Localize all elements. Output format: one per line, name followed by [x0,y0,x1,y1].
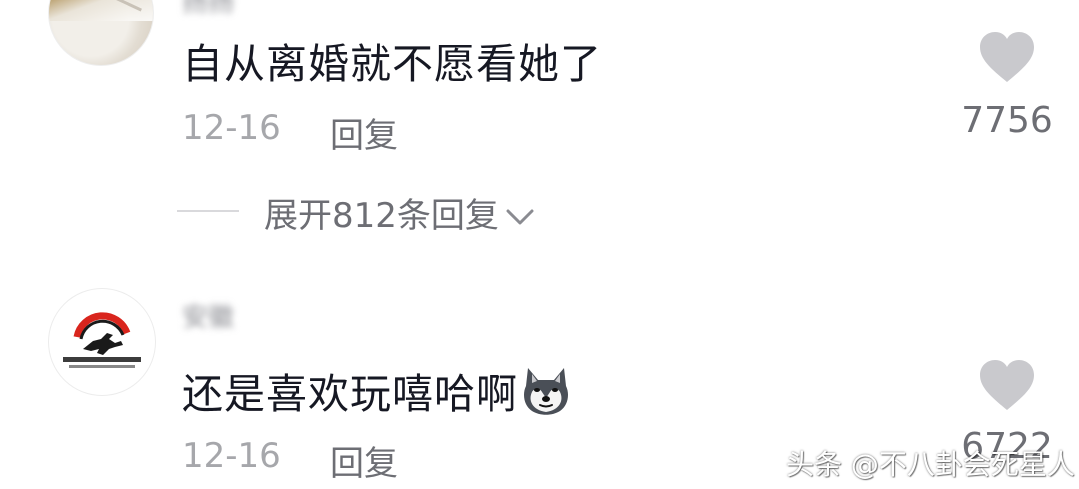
heart-icon[interactable] [978,30,1036,84]
heart-icon[interactable] [978,358,1036,412]
comment-text: 还是喜欢玩嘻哈啊 [182,360,572,420]
username[interactable]: 扬扬 [182,0,262,18]
comment-text: 自从离婚就不愿看她了 [182,40,602,88]
company-logo [63,312,141,368]
avatar[interactable] [48,288,156,396]
expand-replies-label: 展开812条回复 [264,196,499,236]
comment-date: 12-16 [182,108,281,148]
like-count: 7756 [961,100,1053,141]
expand-replies-button[interactable]: 展开812条回复 [264,188,535,237]
husky-dog-emoji-icon [524,368,568,415]
reply-button[interactable]: 回复 [330,436,398,485]
username[interactable]: 安徽 [182,297,332,333]
comment-text-body: 还是喜欢玩嘻哈啊 [182,370,518,418]
divider [177,210,239,212]
avatar-photo [49,0,153,21]
avatar[interactable] [48,0,154,66]
reply-button[interactable]: 回复 [330,108,398,157]
watermark: 头条 @不八卦会死星人 [786,448,1075,481]
chevron-down-icon [506,209,534,225]
comment-date: 12-16 [182,436,281,476]
